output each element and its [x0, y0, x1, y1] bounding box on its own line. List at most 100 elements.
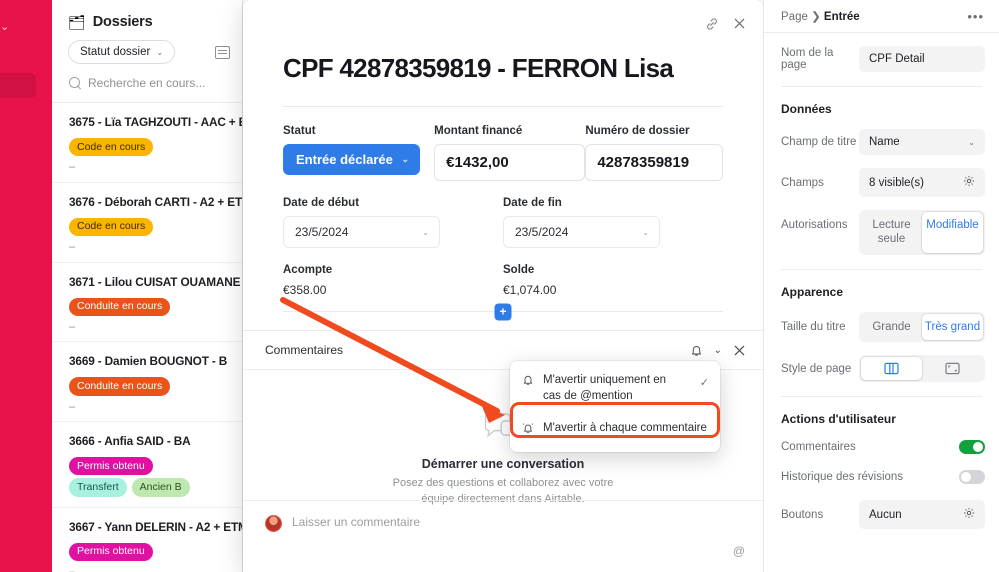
record-list-panel: 🗂 Dossiers Statut dossier ⌄ Recherche en… — [52, 0, 243, 572]
comment-input[interactable]: Laisser un commentaire — [292, 515, 420, 529]
statut-select[interactable]: Entrée déclarée ⌄ — [283, 144, 420, 175]
field-label: Solde — [503, 264, 535, 276]
section-donnees: Données — [781, 102, 832, 116]
title-size-option-grande[interactable]: Grande — [861, 314, 922, 340]
statut-dossier-filter-label: Statut dossier — [80, 46, 151, 58]
row-comments-toggle: Commentaires — [764, 440, 999, 455]
list-view-icon[interactable] — [215, 45, 230, 59]
list-title: Dossiers — [92, 14, 153, 30]
list-item-name: 3676 - Déborah CARTI - A2 + ETM — [69, 194, 243, 209]
revisions-toggle-label: Historique des révisions — [781, 471, 904, 484]
list-item[interactable]: 3669 - Damien BOUGNOT - B Conduite en co… — [52, 342, 242, 423]
status-badge: Permis obtenu — [69, 542, 153, 561]
date-fin-value: 23/5/2024 — [515, 225, 569, 239]
list-item-tags: Permis obtenu — [69, 457, 232, 476]
page-style-label: Style de page — [781, 362, 852, 375]
list-item-secondary: – — [69, 565, 76, 572]
page-name-input[interactable]: CPF Detail — [859, 46, 985, 72]
close-icon[interactable] — [733, 17, 746, 30]
field-label: Acompte — [283, 264, 333, 276]
revisions-toggle[interactable] — [959, 470, 985, 485]
breadcrumb-parent[interactable]: Page — [781, 11, 808, 23]
more-options-icon[interactable]: ••• — [967, 10, 984, 23]
list-item[interactable]: 3667 - Yann DELERIN - A2 + ETM Permis ob… — [52, 508, 242, 572]
divider-line — [781, 396, 982, 398]
field-label: Montant financé — [434, 125, 523, 137]
modal-body: CPF 42878359819 - FERRON Lisa Statut Ent… — [243, 34, 763, 320]
statut-dossier-filter-button[interactable]: Statut dossier ⌄ — [68, 40, 176, 64]
status-badge: Ancien B — [131, 478, 190, 497]
acompte-value[interactable]: €358.00 — [283, 283, 503, 297]
divider-line — [781, 268, 982, 270]
empty-state-title: Démarrer une conversation — [421, 457, 585, 471]
field-statut: Statut Entrée déclarée ⌄ — [283, 125, 434, 181]
field-label: Numéro de dossier — [585, 125, 690, 137]
permissions-option-modifiable[interactable]: Modifiable — [922, 212, 983, 253]
list-item[interactable]: 3671 - Lilou CUISAT OUAMANE - AAC + Cond… — [52, 263, 242, 343]
field-label: Date de début — [283, 197, 360, 209]
comments-title: Commentaires — [265, 343, 344, 357]
buttons-select[interactable]: Aucun — [859, 500, 985, 530]
bell-icon[interactable] — [690, 344, 703, 357]
date-debut-select[interactable]: 23/5/2024 ⌄ — [283, 216, 440, 248]
status-badge: Code en cours — [69, 138, 154, 157]
nav-active-pill[interactable] — [0, 73, 36, 98]
solde-value[interactable]: €1,074.00 — [503, 283, 723, 297]
list-item-tags: Code en cours — [69, 217, 232, 236]
permissions-segmented-control: Lecture seule Modifiable — [859, 210, 985, 255]
chevron-down-icon: ⌄ — [156, 47, 164, 57]
row-page-name: Nom de la page CPF Detail — [764, 46, 999, 72]
permissions-label: Autorisations — [781, 219, 848, 231]
list-item[interactable]: 3676 - Déborah CARTI - A2 + ETM Code en … — [52, 183, 242, 263]
list-item-secondary: – — [69, 240, 76, 253]
breadcrumb-current: Entrée — [823, 11, 860, 23]
list-item-tags: Code en cours — [69, 138, 232, 157]
search-input[interactable]: Recherche en cours... — [88, 76, 205, 90]
title-field-select[interactable]: Name ⌄ — [859, 129, 985, 155]
close-icon[interactable] — [733, 344, 746, 357]
row-title-size: Taille du titre Grande Très grand — [764, 311, 999, 343]
comment-compose-row[interactable]: Laisser un commentaire @ — [243, 500, 763, 572]
search-row[interactable]: Recherche en cours... — [52, 64, 242, 103]
row-page-style: Style de page — [764, 355, 999, 383]
field-divider: + — [283, 303, 723, 320]
chevron-down-icon[interactable]: ⌄ — [714, 345, 722, 356]
dropdown-item-every-comment[interactable]: M'avertir à chaque commentaire — [510, 411, 720, 447]
field-numero: Numéro de dossier 42878359819 — [585, 125, 723, 181]
list-item-tags-secondary: Transfert Ancien B — [69, 478, 232, 497]
numero-input[interactable]: 42878359819 — [585, 144, 723, 181]
link-icon[interactable] — [705, 17, 719, 31]
list-item[interactable]: 3666 - Anfia SAID - BA Permis obtenu Tra… — [52, 422, 242, 508]
list-item-secondary: – — [69, 400, 76, 413]
fields-select[interactable]: 8 visible(s) — [859, 168, 985, 197]
gear-icon[interactable] — [963, 175, 975, 190]
field-row-1: Statut Entrée déclarée ⌄ Montant financé… — [283, 125, 723, 181]
notification-settings-dropdown: M'avertir uniquement en cas de @mention … — [510, 361, 720, 452]
dropdown-item-mention-only[interactable]: M'avertir uniquement en cas de @mention … — [510, 366, 720, 411]
record-list: 3675 - Lïa TAGHZOUTI - AAC + ETG Code en… — [52, 103, 242, 572]
split-layout-icon[interactable] — [861, 357, 922, 381]
fullscreen-layout-icon[interactable] — [922, 357, 983, 380]
permissions-option-lecture-seule[interactable]: Lecture seule — [861, 212, 922, 253]
dropdown-item-label: M'avertir uniquement en cas de @mention — [543, 374, 667, 402]
gear-icon[interactable] — [963, 507, 975, 522]
nav-collapse-chevron-icon[interactable]: ⌄ — [0, 20, 9, 33]
folder-icon: 🗂 — [68, 14, 86, 30]
title-size-option-tres-grand[interactable]: Très grand — [922, 313, 983, 341]
list-item-secondary: – — [69, 161, 76, 174]
status-badge: Transfert — [69, 478, 127, 497]
properties-header: Page ❯ Entrée ••• — [764, 0, 999, 33]
row-revisions-toggle: Historique des révisions — [764, 470, 999, 485]
date-fin-select[interactable]: 23/5/2024 ⌄ — [503, 216, 660, 248]
buttons-label: Boutons — [781, 508, 824, 521]
comments-toggle[interactable] — [959, 440, 985, 455]
status-badge: Permis obtenu — [69, 457, 153, 476]
at-mention-icon[interactable]: @ — [733, 544, 745, 558]
app-root: ⌄ e duite héori... is éuss... l tif 🗂 Do… — [0, 0, 999, 572]
empty-state-subtitle-line1: Posez des questions et collaborez avec v… — [392, 477, 614, 489]
chevron-down-icon: ⌄ — [642, 227, 649, 237]
page-style-segmented-control — [859, 355, 985, 383]
add-field-button[interactable]: + — [494, 303, 512, 320]
montant-input[interactable]: €1432,00 — [434, 144, 586, 181]
list-item[interactable]: 3675 - Lïa TAGHZOUTI - AAC + ETG Code en… — [52, 103, 242, 183]
